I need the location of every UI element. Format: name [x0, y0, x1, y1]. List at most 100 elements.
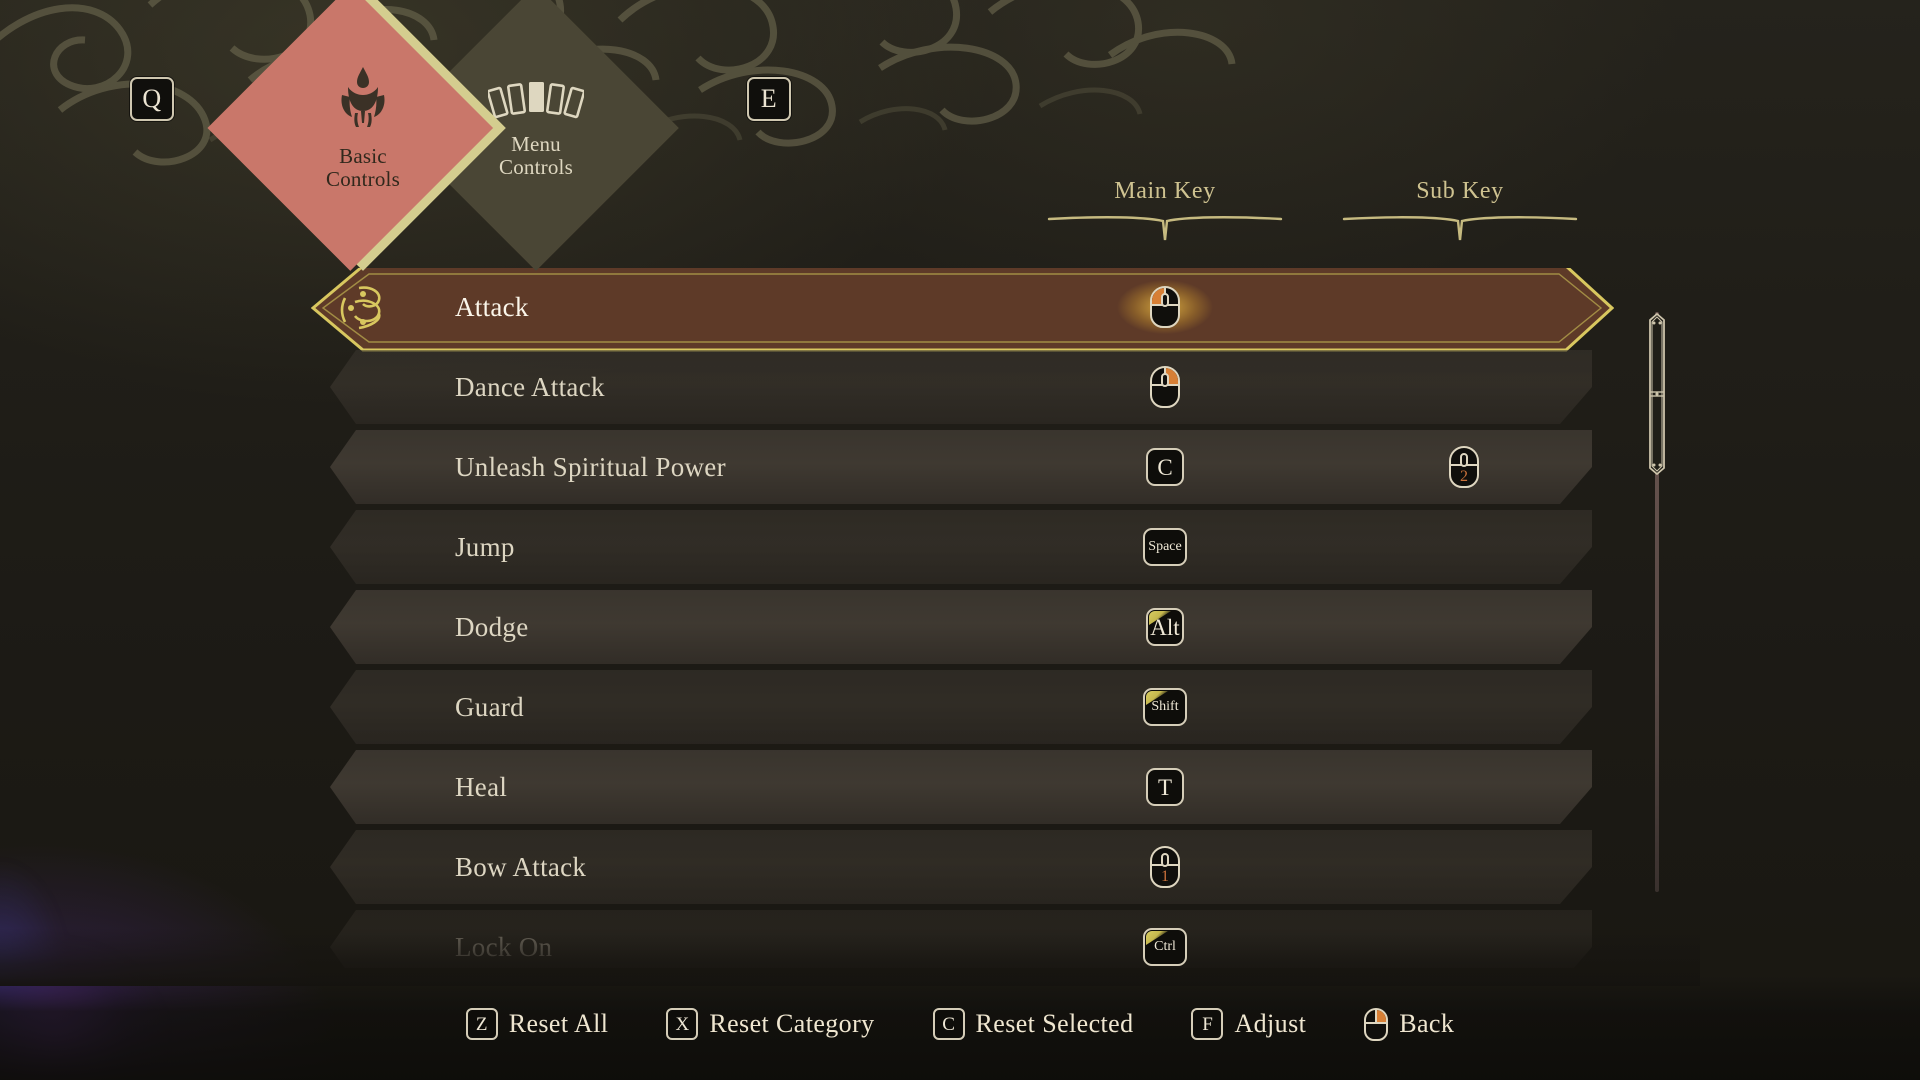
- main-key-slot[interactable]: [1105, 348, 1225, 426]
- sub-key-slot[interactable]: [1404, 748, 1524, 826]
- mouse-wheel: [1460, 453, 1468, 467]
- next-category-key[interactable]: E: [747, 77, 791, 121]
- tab-basic-controls[interactable]: Basic Controls: [220, 0, 506, 271]
- tab-menu-controls-label: Menu Controls: [499, 132, 573, 179]
- column-header-sub-key-label: Sub Key: [1416, 178, 1504, 204]
- keybinding-action-label: Dance Attack: [455, 371, 605, 402]
- main-key-slot[interactable]: Shift: [1105, 668, 1225, 746]
- card-fan-icon: [486, 77, 586, 124]
- main-key-slot[interactable]: T: [1105, 748, 1225, 826]
- keycap-label: F: [1202, 1013, 1213, 1035]
- mouse-wheel-icon: 1: [1150, 846, 1180, 888]
- sub-key-slot[interactable]: [1404, 588, 1524, 666]
- column-header-main-key: Main Key: [1045, 178, 1285, 248]
- keycap-label: C: [942, 1013, 955, 1035]
- keybinding-row[interactable]: Lock On Ctrl: [0, 908, 1660, 968]
- mouse-wheel: [1161, 373, 1169, 387]
- mouse-hline: [1366, 1021, 1387, 1024]
- main-key-slot[interactable]: C: [1105, 428, 1225, 506]
- keybinding-action-label: Lock On: [455, 931, 553, 962]
- mouse-wheel: [1161, 853, 1169, 867]
- sub-key-slot[interactable]: 2: [1404, 428, 1524, 506]
- wukong-crown-icon: [330, 65, 396, 136]
- sub-key-slot[interactable]: [1404, 508, 1524, 586]
- main-key-slot[interactable]: Space: [1105, 508, 1225, 586]
- action-reset-category[interactable]: X Reset Category: [666, 1008, 874, 1040]
- keycap: C: [1146, 448, 1184, 486]
- keycap: F: [1191, 1008, 1224, 1040]
- sub-key-slot[interactable]: [1404, 908, 1524, 968]
- next-category-key-label: E: [760, 84, 778, 113]
- mouse-button-icon: [1150, 366, 1180, 408]
- sub-key-slot[interactable]: [1404, 348, 1524, 426]
- keybinding-row[interactable]: Jump Space: [0, 508, 1660, 588]
- keycap: C: [932, 1008, 965, 1040]
- column-header-main-key-rule: [1045, 209, 1285, 248]
- action-label: Back: [1399, 1009, 1455, 1038]
- keycap-label: Space: [1148, 539, 1182, 554]
- main-key-slot[interactable]: 1: [1105, 828, 1225, 906]
- keybinding-row[interactable]: Unleash Spiritual Power C 2: [0, 428, 1660, 508]
- keycap-label: Shift: [1151, 699, 1179, 714]
- action-label: Reset Selected: [975, 1009, 1134, 1038]
- keybinding-action-label: Attack: [455, 291, 529, 322]
- row-background: [330, 510, 1592, 584]
- main-key-slot[interactable]: [1105, 268, 1225, 346]
- keycap: Ctrl: [1143, 928, 1187, 966]
- scrollbar-thumb[interactable]: [1646, 312, 1668, 476]
- keybinding-action-label: Guard: [455, 691, 524, 722]
- tab-basic-controls-label: Basic Controls: [326, 144, 400, 191]
- row-background: [330, 750, 1592, 824]
- keycap: T: [1146, 768, 1184, 806]
- column-header-sub-key: Sub Key: [1340, 178, 1580, 248]
- main-key-slot[interactable]: Alt: [1105, 588, 1225, 666]
- list-scrollbar[interactable]: [1646, 312, 1668, 892]
- mouse-button-icon: [1364, 1007, 1389, 1041]
- keybinding-action-label: Jump: [455, 531, 515, 562]
- keybinding-action-label: Bow Attack: [455, 851, 587, 882]
- keybinding-row[interactable]: Bow Attack 1: [0, 828, 1660, 908]
- keybind-settings-screen: Q E Menu Controls Basic Controls Main Ke…: [0, 0, 1920, 1080]
- sub-key-slot[interactable]: [1404, 668, 1524, 746]
- mouse-wheel-number: 1: [1161, 868, 1169, 885]
- action-label: Adjust: [1234, 1009, 1307, 1038]
- keybinding-row[interactable]: Heal T: [0, 748, 1660, 828]
- keybinding-action-label: Heal: [455, 771, 508, 802]
- action-bar: Z Reset All X Reset Category C Reset Selected…: [0, 976, 1920, 1080]
- action-adjust[interactable]: F Adjust: [1191, 1008, 1306, 1040]
- mouse-button-icon: [1150, 286, 1180, 328]
- keybinding-row[interactable]: Dodge Alt: [0, 588, 1660, 668]
- keycap: Space: [1143, 528, 1187, 566]
- keybinding-action-label: Unleash Spiritual Power: [455, 451, 726, 482]
- mouse-wheel: [1161, 293, 1169, 307]
- prev-category-key[interactable]: Q: [130, 77, 174, 121]
- mouse-wheel-icon: 2: [1449, 446, 1479, 488]
- column-header-main-key-label: Main Key: [1114, 178, 1216, 204]
- sub-key-slot[interactable]: [1404, 268, 1524, 346]
- action-label: Reset All: [508, 1009, 609, 1038]
- column-header-sub-key-rule: [1340, 209, 1580, 248]
- prev-category-key-label: Q: [142, 84, 162, 113]
- mouse-wheel-number: 2: [1460, 468, 1468, 485]
- keycap-label: Ctrl: [1154, 939, 1176, 954]
- sub-key-slot[interactable]: [1404, 828, 1524, 906]
- keybinding-row[interactable]: Attack: [0, 268, 1660, 352]
- action-label: Reset Category: [709, 1009, 875, 1038]
- keybinding-list[interactable]: Attack Dance Attack Unleash Spiritual Powe…: [0, 268, 1660, 968]
- action-reset-all[interactable]: Z Reset All: [465, 1008, 609, 1040]
- action-reset-selected[interactable]: C Reset Selected: [932, 1008, 1134, 1040]
- keycap: Z: [465, 1008, 498, 1040]
- keycap-label: Z: [475, 1013, 488, 1035]
- mouse-right-button: [1376, 1009, 1387, 1022]
- keycap: Alt: [1146, 608, 1184, 646]
- action-back[interactable]: Back: [1364, 1007, 1455, 1041]
- main-key-slot[interactable]: Ctrl: [1105, 908, 1225, 968]
- keybinding-action-label: Dodge: [455, 611, 529, 642]
- keycap: Shift: [1143, 688, 1187, 726]
- mouse-divider: [1375, 1009, 1378, 1022]
- keybinding-row[interactable]: Dance Attack: [0, 348, 1660, 428]
- keycap-label: X: [675, 1013, 690, 1035]
- keycap-label: C: [1157, 454, 1173, 480]
- keycap-label: Alt: [1150, 614, 1180, 640]
- keybinding-row[interactable]: Guard Shift: [0, 668, 1660, 748]
